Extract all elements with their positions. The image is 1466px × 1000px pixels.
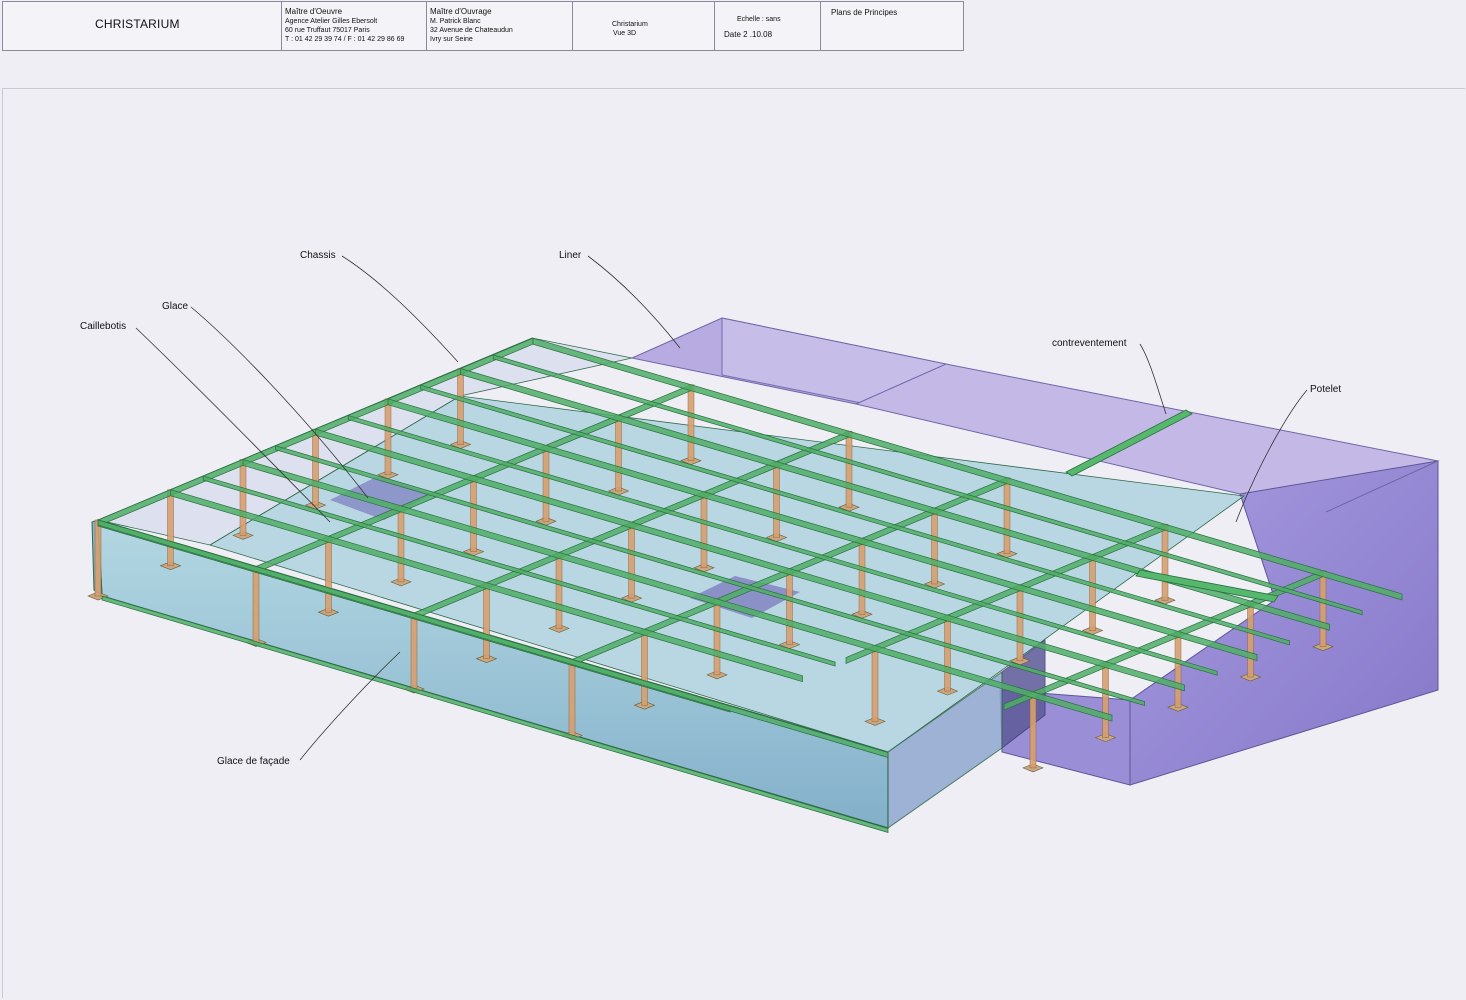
axonometric-drawing: Chassis Liner Glace Caillebotis contreve… [80, 250, 1440, 833]
post [858, 538, 866, 615]
post [555, 552, 563, 629]
post [944, 614, 951, 692]
label-potelet: Potelet [1310, 384, 1341, 395]
post [397, 505, 405, 583]
post [252, 566, 260, 643]
post [312, 428, 319, 506]
post [470, 475, 477, 552]
post [615, 414, 622, 492]
post [1102, 661, 1109, 738]
post [628, 521, 635, 599]
post [1247, 600, 1254, 678]
post [1174, 631, 1182, 708]
post [239, 459, 247, 536]
label-glace: Glace [162, 301, 189, 312]
post [713, 598, 721, 676]
post [410, 612, 418, 690]
post [384, 398, 392, 476]
post [457, 368, 464, 445]
post [1029, 691, 1037, 769]
post [871, 645, 879, 722]
post [167, 489, 174, 566]
post [483, 582, 490, 659]
post [641, 628, 648, 706]
label-contreventement: contreventement [1052, 338, 1127, 349]
post [845, 430, 853, 508]
post [773, 461, 780, 538]
post [687, 384, 695, 461]
label-caillebotis: Caillebotis [80, 321, 126, 332]
leader-liner [587, 255, 681, 349]
label-chassis: Chassis [300, 250, 336, 261]
post [325, 535, 332, 613]
post [1003, 477, 1011, 554]
post [1161, 523, 1169, 601]
post [568, 659, 576, 736]
label-glace-facade: Glace de façade [217, 756, 290, 767]
post [1016, 584, 1024, 662]
post [786, 568, 793, 645]
label-liner: Liner [559, 250, 582, 261]
post [1319, 570, 1327, 647]
post [94, 519, 102, 597]
post [700, 491, 708, 569]
leader-chassis [341, 255, 459, 363]
post [542, 445, 550, 522]
post [931, 507, 938, 585]
post [1089, 554, 1096, 631]
